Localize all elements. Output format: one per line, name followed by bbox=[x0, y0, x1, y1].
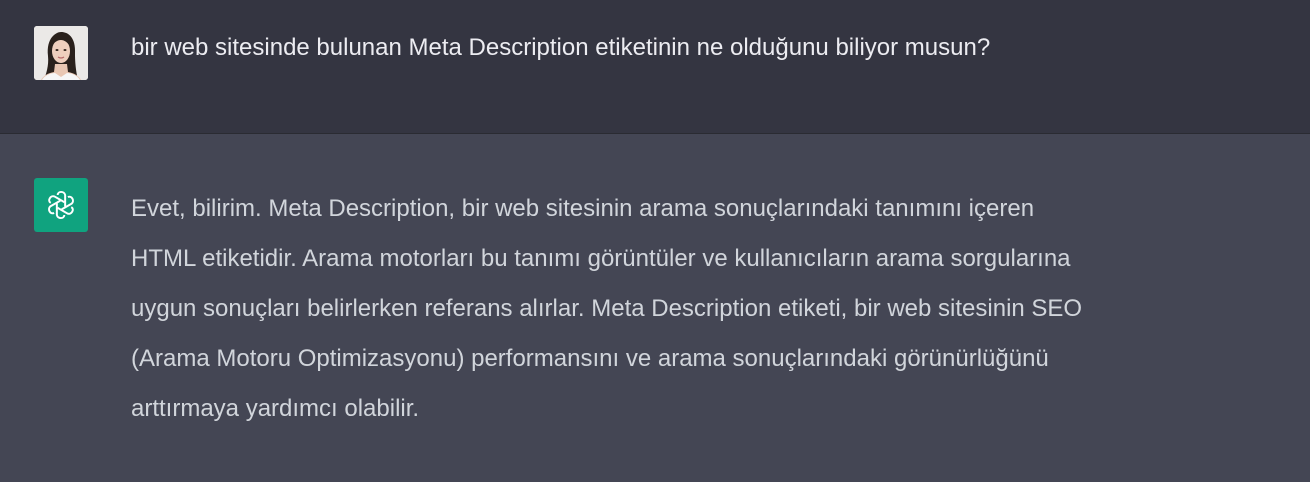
openai-logo-icon bbox=[48, 190, 74, 220]
assistant-text-line: uygun sonuçları belirlerken referans alı… bbox=[131, 295, 1083, 322]
assistant-text-line: (Arama Motoru Optimizasyonu) performansı… bbox=[131, 345, 1049, 372]
user-avatar-photo-icon bbox=[34, 26, 88, 80]
assistant-text-line: arttırmaya yardımcı olabilir. bbox=[131, 395, 420, 422]
assistant-text-line: HTML etiketidir. Arama motorları bu tanı… bbox=[131, 245, 1071, 272]
user-avatar bbox=[34, 26, 88, 80]
assistant-avatar bbox=[34, 178, 88, 232]
user-message-text: bir web sitesinde bulunan Meta Descripti… bbox=[131, 34, 991, 61]
user-message-row: bir web sitesinde bulunan Meta Descripti… bbox=[0, 0, 1310, 134]
assistant-message-text: Evet, bilirim. Meta Description, bir web… bbox=[131, 184, 1291, 434]
assistant-message-row: Evet, bilirim. Meta Description, bir web… bbox=[0, 134, 1310, 482]
assistant-text-line: Evet, bilirim. Meta Description, bir web… bbox=[131, 195, 1035, 222]
